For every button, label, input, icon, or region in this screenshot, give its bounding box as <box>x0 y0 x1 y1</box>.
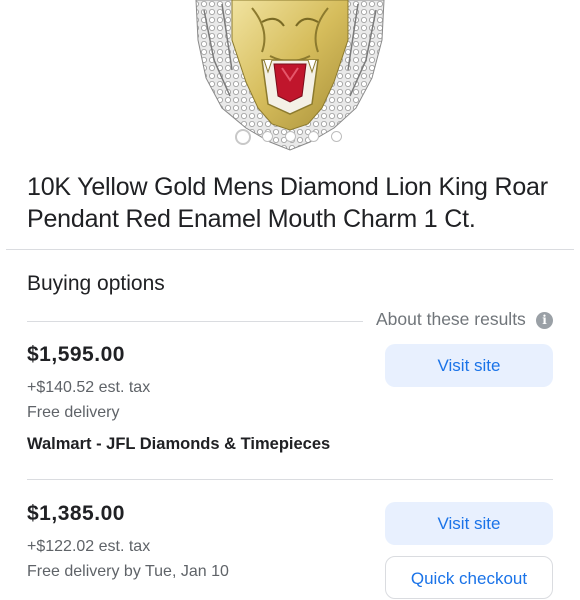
carousel-dot-2[interactable] <box>262 131 273 142</box>
info-icon[interactable]: i <box>536 312 553 329</box>
offer-card-1: $1,595.00 +$140.52 est. tax Free deliver… <box>27 343 553 463</box>
visit-site-button[interactable]: Visit site <box>385 344 553 387</box>
quick-checkout-button[interactable]: Quick checkout <box>385 556 553 599</box>
product-image-carousel[interactable] <box>0 0 580 152</box>
offer-delivery: Free delivery by Tue, Jan 10 <box>27 563 229 580</box>
offer-card-2: $1,385.00 +$122.02 est. tax Free deliver… <box>27 502 553 599</box>
offer-tax: +$122.02 est. tax <box>27 538 151 555</box>
offer-tax: +$140.52 est. tax <box>27 379 151 396</box>
buying-options-heading: Buying options <box>27 272 165 295</box>
carousel-dot-4[interactable] <box>308 131 319 142</box>
offer-price: $1,385.00 <box>27 502 125 525</box>
offer-price: $1,595.00 <box>27 343 125 366</box>
offer-delivery: Free delivery <box>27 404 120 421</box>
product-title: 10K Yellow Gold Mens Diamond Lion King R… <box>27 173 548 233</box>
carousel-dot-5[interactable] <box>331 131 342 142</box>
about-results-link[interactable]: About these results <box>376 309 526 330</box>
carousel-indicator[interactable] <box>0 128 580 148</box>
divider <box>27 321 363 322</box>
offer-seller: Walmart - JFL Diamonds & Timepieces <box>27 435 331 453</box>
visit-site-button[interactable]: Visit site <box>385 502 553 545</box>
carousel-dot-1[interactable] <box>235 129 251 145</box>
divider <box>6 249 574 250</box>
divider <box>27 479 553 480</box>
carousel-dot-3[interactable] <box>285 131 296 142</box>
